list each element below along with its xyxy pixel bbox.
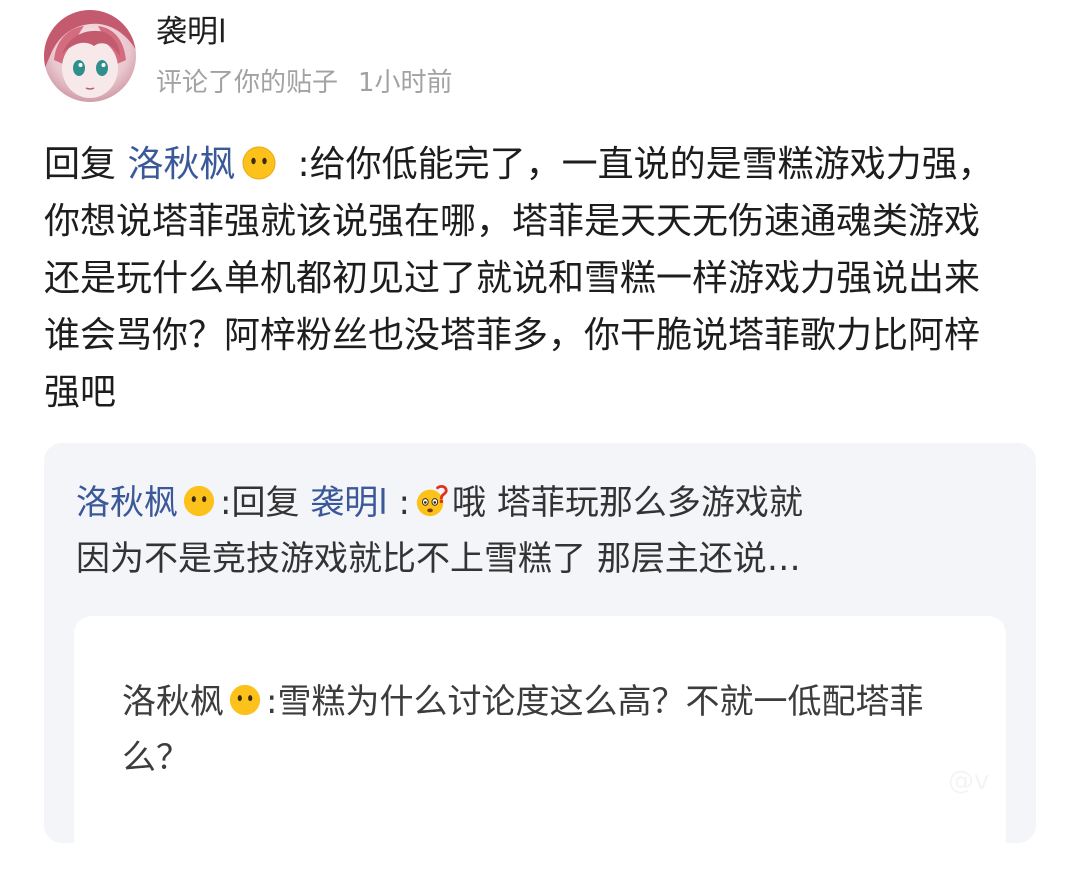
- no-mouth-face-emoji: [182, 484, 216, 518]
- user-name[interactable]: 袭明l: [156, 12, 227, 52]
- comment-header: 袭明l 评论了你的贴子 1小时前: [44, 10, 1034, 104]
- nested-author: 洛秋枫: [122, 682, 224, 722]
- quoted-text-line-2: 因为不是竞技游戏就比不上雪糕了 那层主还说…: [76, 539, 801, 579]
- quote-author-link[interactable]: 洛秋枫: [76, 483, 178, 523]
- reply-prefix: 回复: [44, 144, 117, 185]
- separator: :: [266, 682, 278, 722]
- reply-to-link[interactable]: 袭明l: [310, 483, 387, 523]
- separator: :: [220, 483, 232, 523]
- no-mouth-face-emoji: [241, 145, 277, 181]
- thinking-question-face-emoji: [414, 484, 448, 518]
- quoted-comment-card[interactable]: 洛秋枫:回复 袭明l :哦 塔菲玩那么多游戏就 因为不是竞技游戏就比不上雪糕了 …: [44, 443, 1036, 876]
- quoted-line-2: 因为不是竞技游戏就比不上雪糕了 那层主还说…: [76, 531, 1006, 587]
- no-mouth-face-emoji: [228, 683, 262, 717]
- action-text: 评论了你的贴子: [156, 68, 339, 98]
- mention-link[interactable]: 洛秋枫: [127, 144, 235, 185]
- anime-avatar-icon: [44, 10, 136, 98]
- quoted-text-line-1: 哦 塔菲玩那么多游戏就: [452, 483, 803, 523]
- comment-meta: 评论了你的贴子 1小时前: [156, 66, 453, 100]
- nested-quoted-comment: 洛秋枫:雪糕为什么讨论度这么高？不就一低配塔菲么？: [122, 674, 972, 786]
- nested-quoted-comment-card[interactable]: 洛秋枫:雪糕为什么讨论度这么高？不就一低配塔菲么？: [74, 616, 1006, 876]
- separator: :: [398, 483, 411, 523]
- reply-word: 回复: [231, 483, 300, 523]
- watermark: @v: [948, 766, 990, 796]
- timestamp: 1小时前: [358, 68, 453, 98]
- quoted-line-1: 洛秋枫:回复 袭明l :哦 塔菲玩那么多游戏就: [76, 475, 1006, 531]
- quoted-comment: 洛秋枫:回复 袭明l :哦 塔菲玩那么多游戏就 因为不是竞技游戏就比不上雪糕了 …: [76, 475, 1006, 587]
- avatar[interactable]: [44, 10, 136, 102]
- reply-body: 回复 洛秋枫:给你低能完了，一直说的是雪糕游戏力强，你想说塔菲强就该说强在哪，塔…: [44, 136, 1014, 421]
